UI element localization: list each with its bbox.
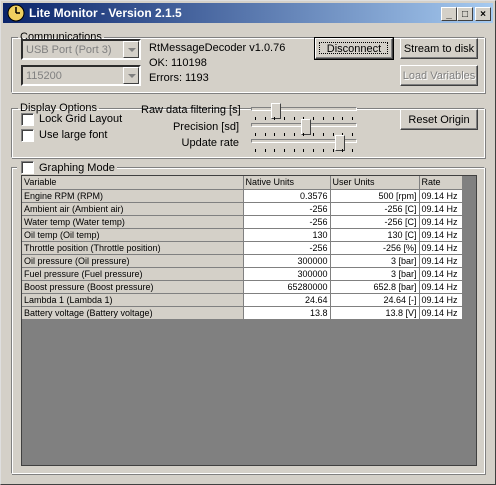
port-select[interactable]: USB Port (Port 3) [21, 39, 141, 60]
variable-cell: Oil pressure (Oil pressure) [22, 254, 244, 268]
variable-table: Variable Native Units User Units Rate Engin… [22, 176, 463, 320]
baud-select[interactable]: 115200 [21, 65, 141, 86]
large-font-checkbox[interactable] [21, 129, 34, 142]
reset-origin-button[interactable]: Reset Origin [400, 109, 478, 130]
port-value: USB Port (Port 3) [26, 44, 112, 56]
native-units-cell: 300000 [243, 267, 331, 281]
user-units-cell: 652.8 [bar] [330, 280, 420, 294]
rate-cell: 09.14 Hz [419, 306, 463, 320]
variable-cell: Engine RPM (RPM) [22, 189, 244, 203]
minimize-button[interactable]: _ [441, 7, 457, 21]
table-row[interactable]: Throttle position (Throttle position) -25… [22, 241, 463, 255]
error-count: Errors: 1193 [149, 72, 209, 84]
update-rate-label: Update rate [181, 137, 239, 149]
native-units-cell: -256 [243, 241, 331, 255]
variable-cell: Boost pressure (Boost pressure) [22, 280, 244, 294]
stream-to-disk-button[interactable]: Stream to disk [400, 38, 478, 59]
rate-cell: 09.14 Hz [419, 215, 463, 229]
grid-header-row: Variable Native Units User Units Rate [22, 176, 463, 190]
native-units-cell: 65280000 [243, 280, 331, 294]
user-units-cell: -256 [C] [330, 215, 420, 229]
rate-cell: 09.14 Hz [419, 254, 463, 268]
ok-count: OK: 110198 [149, 57, 207, 69]
maximize-button[interactable]: □ [457, 7, 473, 21]
rate-cell: 09.14 Hz [419, 293, 463, 307]
column-header[interactable]: Native Units [243, 176, 331, 190]
rate-cell: 09.14 Hz [419, 189, 463, 203]
user-units-cell: -256 [%] [330, 241, 420, 255]
native-units-cell: -256 [243, 202, 331, 216]
update-rate-slider[interactable] [249, 135, 359, 153]
table-row[interactable]: Oil temp (Oil temp) 130 130 [C] 09.14 Hz [22, 228, 463, 242]
table-row[interactable]: Lambda 1 (Lambda 1) 24.64 24.64 [-] 09.14 H… [22, 293, 463, 307]
user-units-cell: 24.64 [-] [330, 293, 420, 307]
variable-cell: Oil temp (Oil temp) [22, 228, 244, 242]
title-bar[interactable]: Lite Monitor - Version 2.1.5 _ □ × [3, 3, 493, 23]
lock-grid-checkbox[interactable] [21, 113, 34, 126]
large-font-label: Use large font [39, 129, 108, 141]
rate-cell: 09.14 Hz [419, 241, 463, 255]
graphing-mode-checkbox[interactable] [21, 161, 34, 174]
native-units-cell: 300000 [243, 254, 331, 268]
precision-label: Precision [sd] [172, 121, 239, 133]
variable-cell: Water temp (Water temp) [22, 215, 244, 229]
disconnect-button[interactable]: Disconnect [314, 37, 394, 60]
rate-cell: 09.14 Hz [419, 280, 463, 294]
column-header[interactable]: Variable [22, 176, 244, 190]
table-row[interactable]: Oil pressure (Oil pressure) 300000 3 [bar]… [22, 254, 463, 268]
native-units-cell: 0.3576 [243, 189, 331, 203]
lock-grid-label: Lock Grid Layout [39, 113, 123, 125]
table-row[interactable]: Engine RPM (RPM) 0.3576 500 [rpm] 09.14 Hz [22, 189, 463, 203]
column-header[interactable]: User Units [330, 176, 420, 190]
decoder-version: RtMessageDecoder v1.0.76 [149, 42, 286, 54]
chevron-down-icon[interactable] [123, 41, 139, 58]
user-units-cell: 3 [bar] [330, 267, 420, 281]
user-units-cell: -256 [C] [330, 202, 420, 216]
table-row[interactable]: Boost pressure (Boost pressure) 65280000 6… [22, 280, 463, 294]
native-units-cell: 24.64 [243, 293, 331, 307]
user-units-cell: 500 [rpm] [330, 189, 420, 203]
native-units-cell: 130 [243, 228, 331, 242]
chevron-down-icon[interactable] [123, 67, 139, 84]
load-variables-button[interactable]: Load Variables [400, 65, 478, 86]
table-row[interactable]: Water temp (Water temp) -256 -256 [C] 09.14… [22, 215, 463, 229]
variable-grid[interactable]: Variable Native Units User Units Rate Engin… [21, 175, 477, 466]
main-window: Lite Monitor - Version 2.1.5 _ □ × Commu… [0, 0, 496, 485]
raw-filter-label: Raw data filtering [s] [141, 104, 241, 116]
graphing-mode-label: Graphing Mode [39, 162, 115, 174]
table-row[interactable]: Ambient air (Ambient air) -256 -256 [C] 09.… [22, 202, 463, 216]
user-units-cell: 130 [C] [330, 228, 420, 242]
rate-cell: 09.14 Hz [419, 267, 463, 281]
user-units-cell: 13.8 [V] [330, 306, 420, 320]
variable-cell: Ambient air (Ambient air) [22, 202, 244, 216]
rate-cell: 09.14 Hz [419, 202, 463, 216]
table-row[interactable]: Battery voltage (Battery voltage) 13.8 13.… [22, 306, 463, 320]
native-units-cell: -256 [243, 215, 331, 229]
baud-value: 115200 [26, 70, 62, 82]
window-title: Lite Monitor - Version 2.1.5 [29, 6, 182, 20]
clock-icon [7, 4, 25, 22]
variable-cell: Battery voltage (Battery voltage) [22, 306, 244, 320]
native-units-cell: 13.8 [243, 306, 331, 320]
variable-cell: Throttle position (Throttle position) [22, 241, 244, 255]
variable-cell: Fuel pressure (Fuel pressure) [22, 267, 244, 281]
user-units-cell: 3 [bar] [330, 254, 420, 268]
close-button[interactable]: × [475, 7, 491, 21]
table-row[interactable]: Fuel pressure (Fuel pressure) 300000 3 [ba… [22, 267, 463, 281]
variable-cell: Lambda 1 (Lambda 1) [22, 293, 244, 307]
column-header[interactable]: Rate [419, 176, 463, 190]
rate-cell: 09.14 Hz [419, 228, 463, 242]
